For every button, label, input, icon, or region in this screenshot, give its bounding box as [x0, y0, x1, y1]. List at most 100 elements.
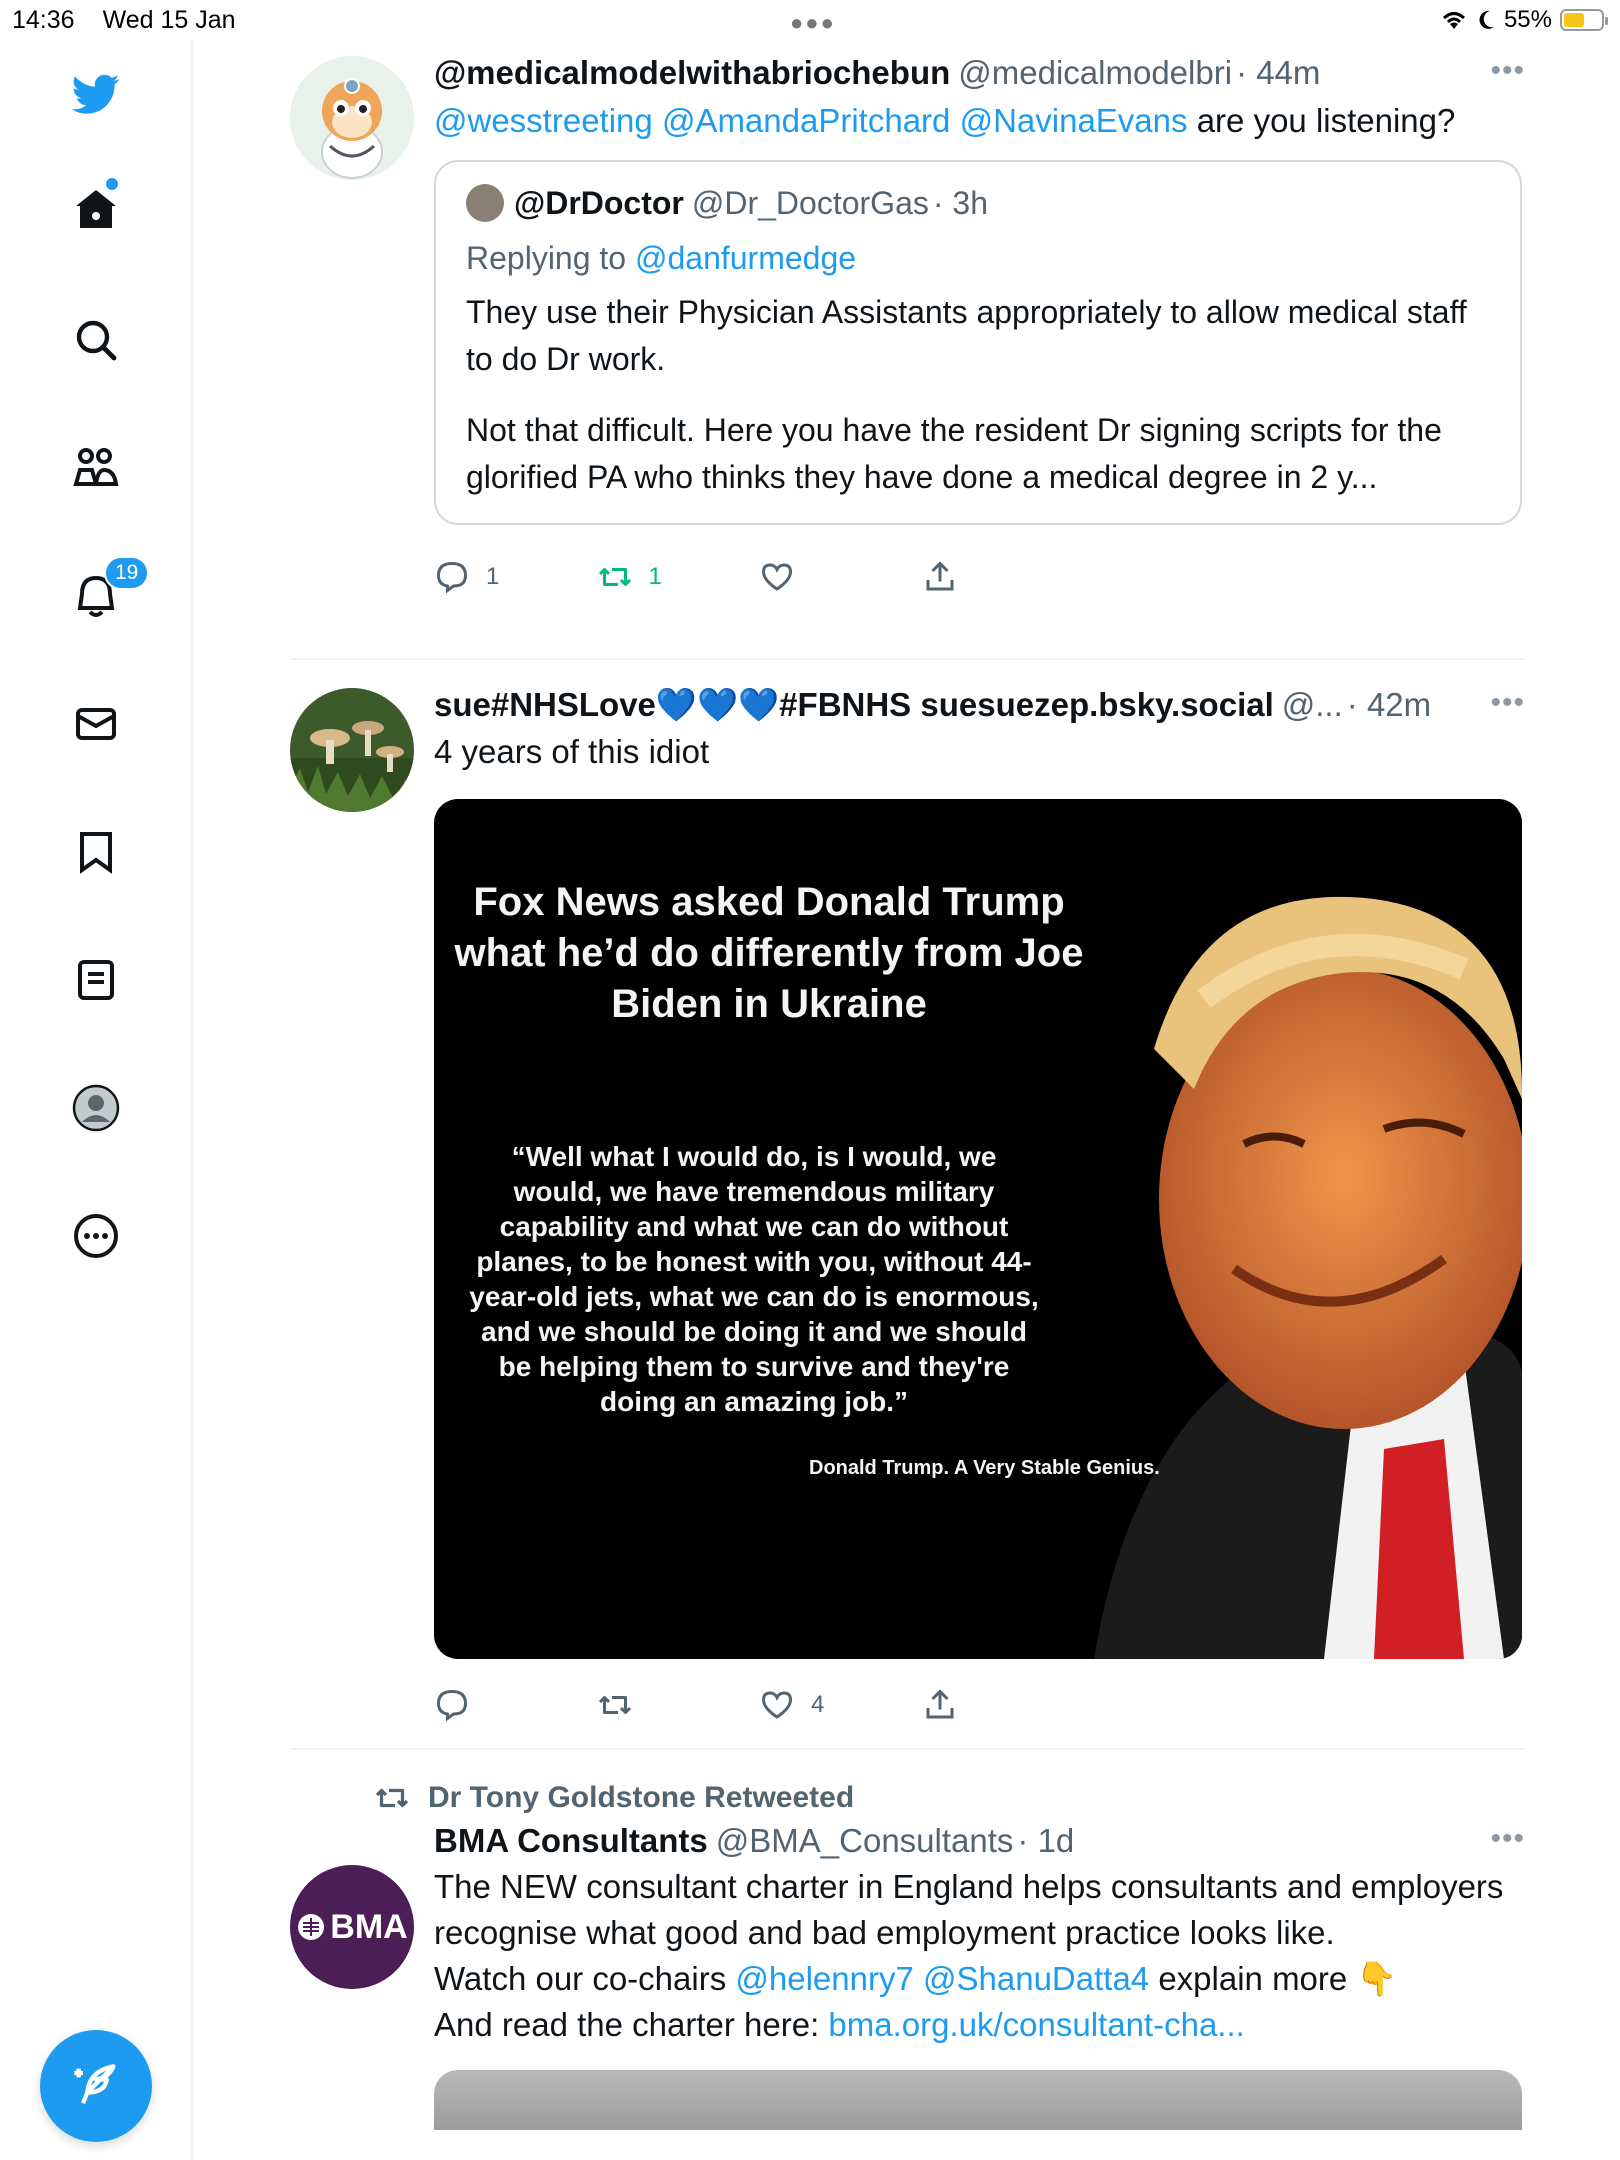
- more-options-icon[interactable]: •••: [1490, 54, 1525, 88]
- tweet-time[interactable]: · 44m: [1236, 54, 1320, 92]
- heart-icon: [761, 563, 793, 591]
- quote-time: · 3h: [932, 184, 988, 221]
- status-left: 14:36 Wed 15 Jan: [12, 6, 264, 35]
- author-name[interactable]: sue#NHSLove💙💙💙#FBNHS suesuezep.bsky.soci…: [434, 686, 1274, 725]
- battery-icon: [1560, 9, 1608, 31]
- bookmark-icon: [80, 832, 112, 874]
- author-handle[interactable]: @...: [1282, 686, 1343, 724]
- reply-button[interactable]: 1: [434, 559, 597, 595]
- avatar[interactable]: [290, 688, 414, 812]
- mention-link[interactable]: @wesstreeting: [434, 102, 653, 139]
- share-icon: [926, 1689, 953, 1719]
- nav-more[interactable]: [64, 1204, 128, 1268]
- tweet-header: BMA Consultants @BMA_Consultants · 1d ••…: [434, 1822, 1525, 1860]
- mushroom-photo-avatar-icon: [290, 688, 414, 812]
- mention-link[interactable]: @ShanuDatta4: [923, 1960, 1149, 1997]
- more-options-icon[interactable]: •••: [1490, 1822, 1525, 1856]
- bird-icon: [72, 74, 120, 114]
- tweet-text-line2: Watch our co-chairs @helennry7 @ShanuDat…: [434, 1956, 1525, 2002]
- retweeted-by[interactable]: Dr Tony Goldstone Retweeted: [374, 1780, 1525, 1816]
- avatar-text: BMA: [330, 1907, 408, 1946]
- reply-icon: [436, 561, 468, 594]
- list-icon: [78, 960, 114, 1000]
- reply-count: 1: [486, 563, 500, 590]
- tweet-media-image[interactable]: Fox News asked Donald Trump what he’d do…: [434, 799, 1522, 1659]
- reply-to-mention[interactable]: @danfurmedge: [635, 240, 856, 276]
- hamster-doctor-avatar-icon: [290, 56, 414, 180]
- line2-prefix: Watch our co-chairs: [434, 1960, 727, 1997]
- reply-icon: [436, 1689, 468, 1722]
- author-name[interactable]: @medicalmodelwithabriochebun: [434, 54, 950, 92]
- retweet-button[interactable]: 1: [597, 559, 760, 595]
- meme-quote: “Well what I would do, is I would, we wo…: [469, 1141, 1039, 1417]
- notification-badge: 19: [104, 556, 150, 590]
- retweet-button[interactable]: [597, 1687, 760, 1723]
- home-unread-dot: [106, 178, 118, 190]
- wifi-icon: [1442, 12, 1465, 29]
- more-options-icon[interactable]: •••: [1490, 686, 1525, 720]
- tweet-text: The NEW consultant charter in England he…: [434, 1868, 1504, 1951]
- mention-link[interactable]: @helennry7: [735, 1960, 913, 1997]
- retweet-icon: [375, 1788, 409, 1808]
- compose-tweet-button[interactable]: [40, 2030, 152, 2142]
- status-date: Wed 15 Jan: [102, 6, 236, 34]
- retweet-count: 1: [648, 563, 662, 590]
- tweet-text-line3: And read the charter here: bma.org.uk/co…: [434, 2002, 1525, 2048]
- quoted-tweet[interactable]: @DrDoctor @Dr_DoctorGas · 3h Replying to…: [434, 160, 1522, 525]
- moon-icon: [1479, 10, 1494, 29]
- bma-logo-icon: [298, 1914, 325, 1940]
- nav-notifications[interactable]: 19: [64, 556, 150, 628]
- like-button[interactable]: [759, 559, 922, 595]
- tweet-media-image[interactable]: [434, 2070, 1522, 2130]
- retweet-icon: [598, 568, 631, 586]
- tweet-2[interactable]: sue#NHSLove💙💙💙#FBNHS suesuezep.bsky.soci…: [290, 660, 1525, 1750]
- twitter-logo[interactable]: [64, 62, 128, 126]
- people-icon: [73, 448, 119, 486]
- share-icon: [926, 561, 953, 591]
- nav-communities[interactable]: [64, 436, 128, 500]
- home-icon: [76, 190, 116, 228]
- battery-percent: 55%: [1503, 6, 1552, 33]
- author-name[interactable]: BMA Consultants: [434, 1822, 708, 1860]
- tweet-header: sue#NHSLove💙💙💙#FBNHS suesuezep.bsky.soci…: [434, 686, 1525, 725]
- meme-title: Fox News asked Donald Trump what he’d do…: [454, 880, 1084, 1026]
- feather-plus-icon: [74, 2064, 116, 2105]
- status-time: 14:36: [12, 6, 75, 34]
- quote-author-handle: @Dr_DoctorGas: [691, 184, 929, 221]
- quote-text-2: Not that difficult. Here you have the re…: [466, 412, 1442, 495]
- nav-lists[interactable]: [64, 948, 128, 1012]
- like-button[interactable]: 4: [759, 1687, 922, 1723]
- quote-author-name: @DrDoctor: [514, 184, 684, 221]
- quote-avatar: [466, 184, 504, 222]
- reply-prefix: Replying to: [466, 240, 627, 276]
- nav-explore[interactable]: [64, 308, 128, 372]
- author-handle[interactable]: @BMA_Consultants: [716, 1822, 1014, 1860]
- like-count: 4: [811, 1691, 825, 1718]
- reply-button[interactable]: [434, 1687, 597, 1723]
- nav-bookmarks[interactable]: [64, 820, 128, 884]
- share-button[interactable]: [922, 1687, 1085, 1723]
- tweet-header: @medicalmodelwithabriochebun @medicalmod…: [434, 54, 1525, 92]
- tweet-3[interactable]: Dr Tony Goldstone Retweeted BMA BMA Cons…: [290, 1780, 1525, 2130]
- search-icon: [76, 320, 117, 361]
- multitasking-dots[interactable]: ●●●: [790, 10, 836, 36]
- tweet-1[interactable]: @medicalmodelwithabriochebun @medicalmod…: [290, 40, 1525, 660]
- tweet-time[interactable]: · 1d: [1017, 1822, 1074, 1860]
- avatar[interactable]: BMA: [290, 1865, 414, 1989]
- mention-link[interactable]: @NavinaEvans: [960, 102, 1188, 139]
- retweet-icon: [598, 1696, 631, 1714]
- author-handle[interactable]: @medicalmodelbri: [958, 54, 1232, 92]
- nav-profile[interactable]: [64, 1076, 128, 1140]
- nav-messages[interactable]: [64, 692, 128, 756]
- avatar[interactable]: [290, 56, 414, 180]
- share-button[interactable]: [922, 559, 1085, 595]
- retweeted-by-text: Dr Tony Goldstone Retweeted: [428, 1781, 855, 1814]
- tweet-text-body: are you listening?: [1196, 102, 1456, 139]
- quote-text-1: They use their Physician Assistants appr…: [466, 294, 1467, 377]
- charter-link[interactable]: bma.org.uk/consultant-cha...: [828, 2006, 1244, 2043]
- tweet-actions: 4: [434, 1675, 1084, 1735]
- mention-link[interactable]: @AmandaPritchard: [662, 102, 950, 139]
- tweet-time[interactable]: · 42m: [1347, 686, 1431, 724]
- nav-home[interactable]: [64, 178, 128, 242]
- more-circle-icon: [74, 1214, 118, 1258]
